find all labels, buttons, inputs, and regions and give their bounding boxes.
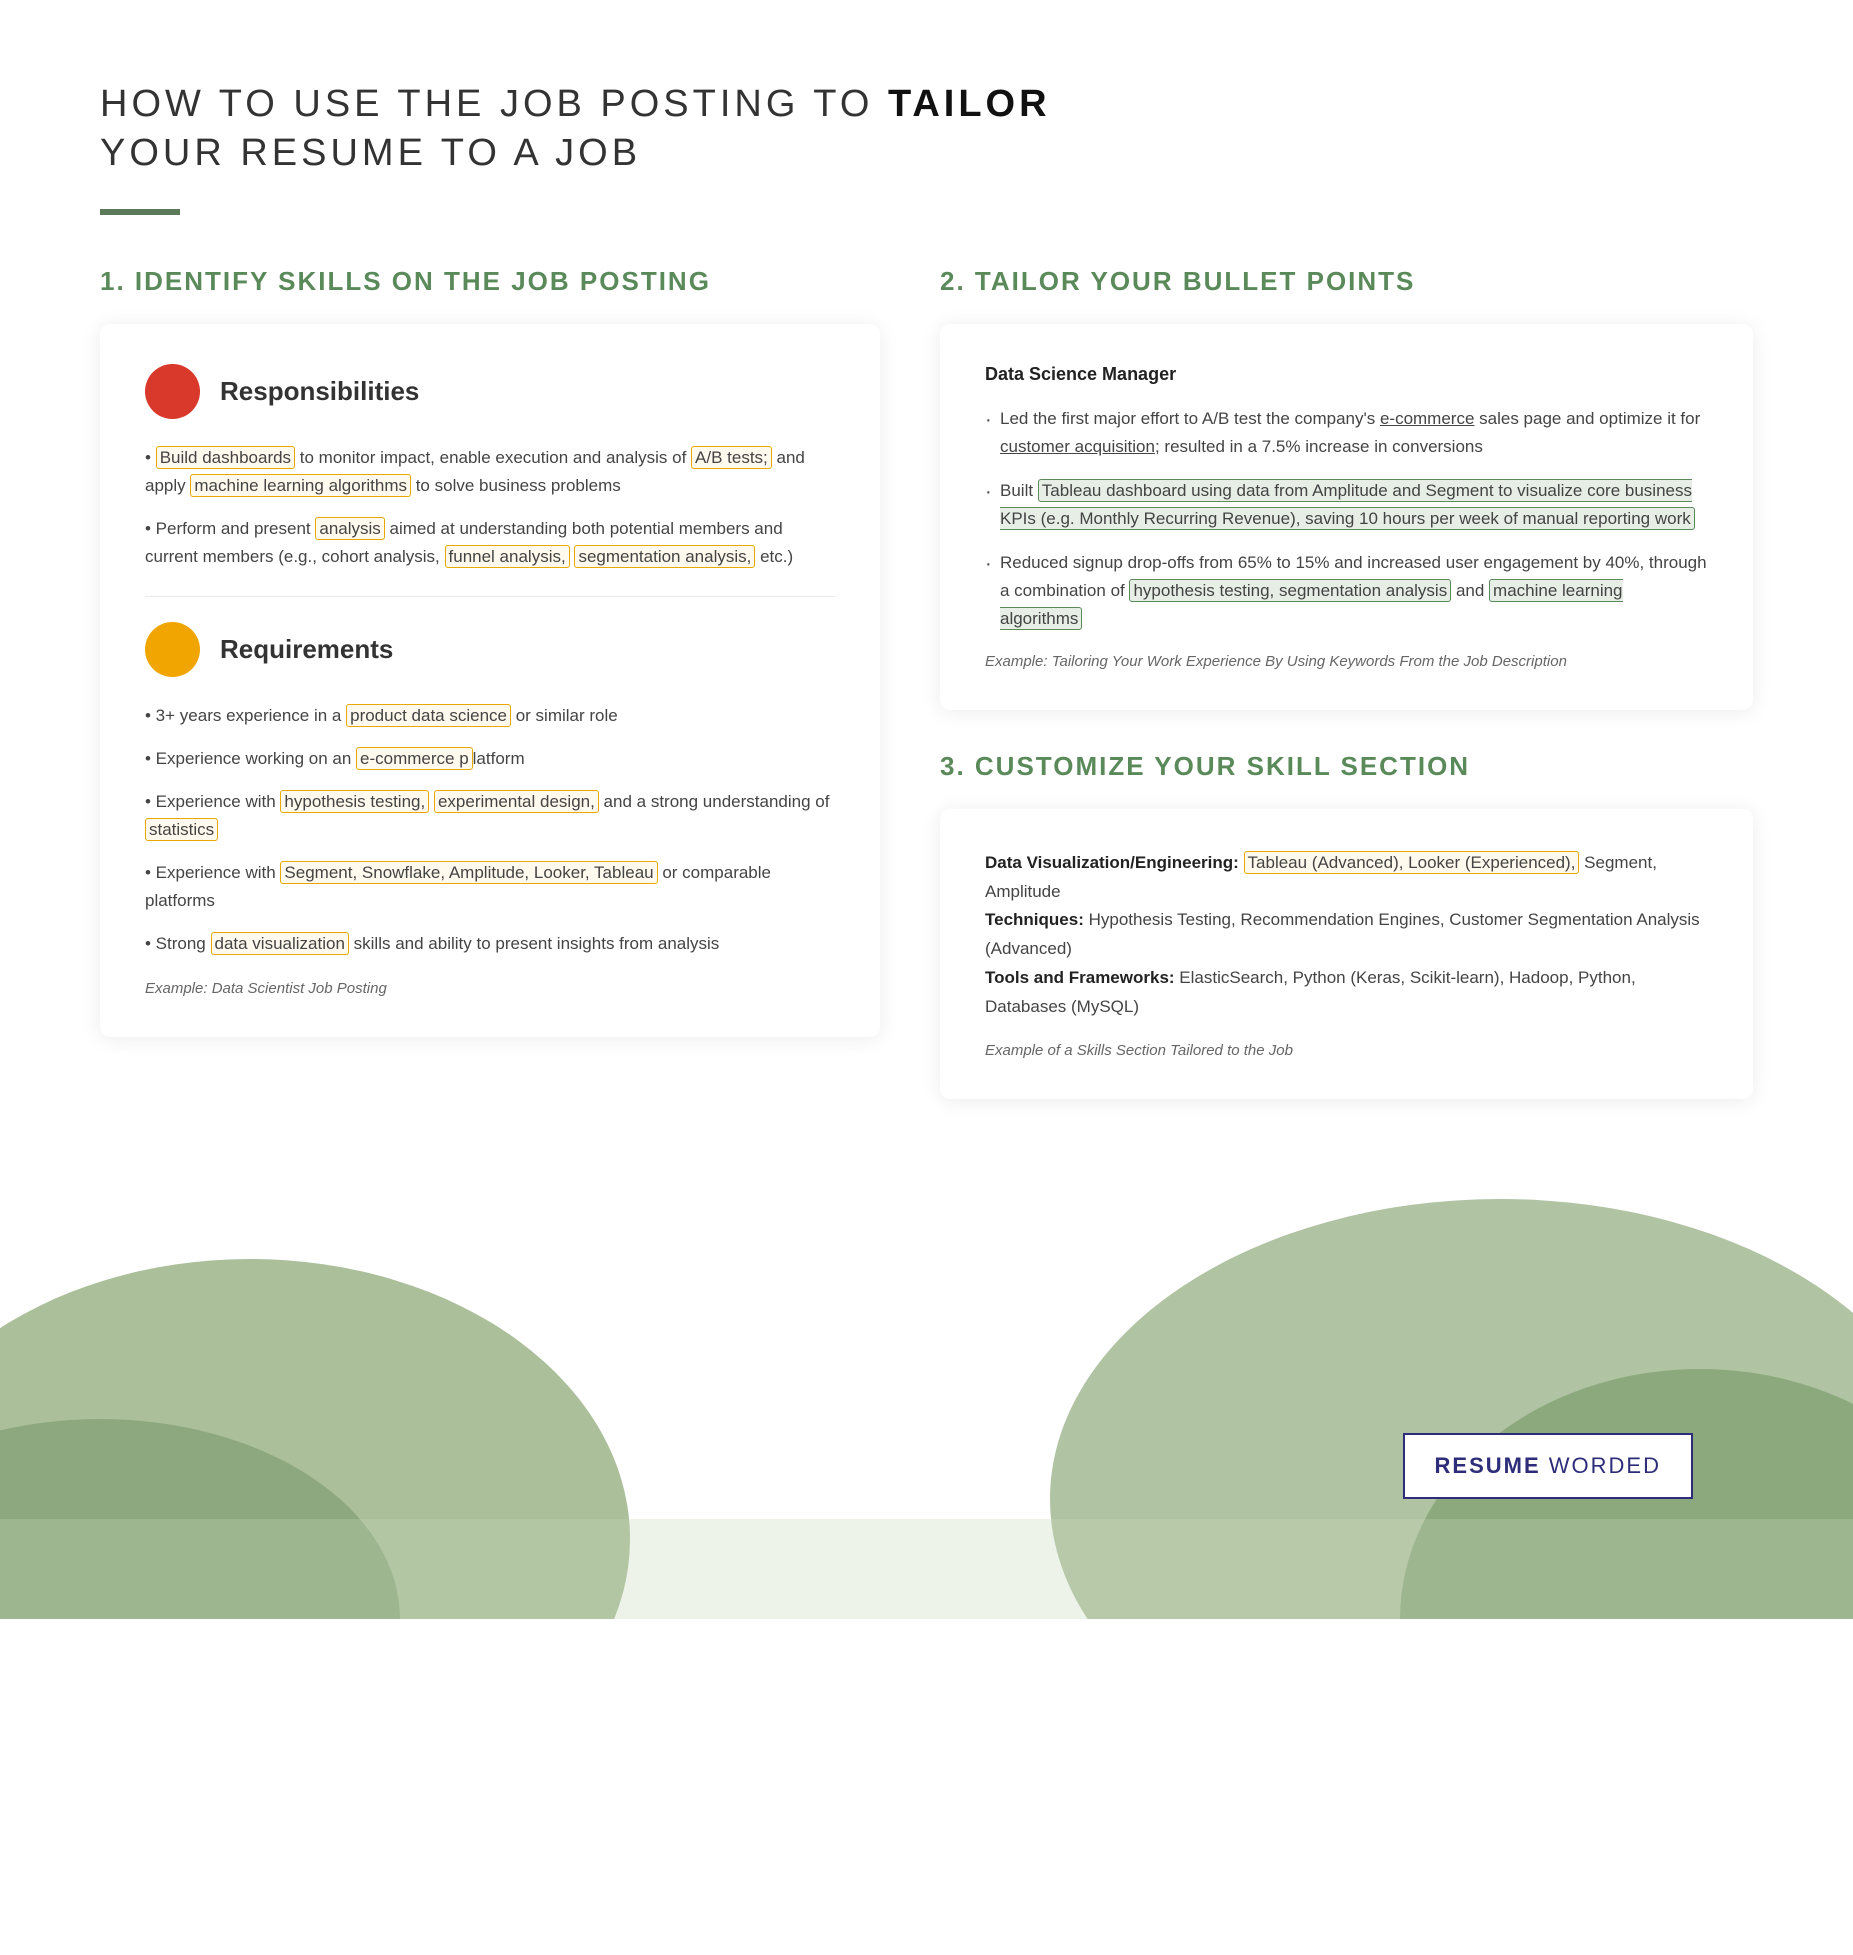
title-part1: HOW TO USE THE JOB POSTING TO — [100, 83, 888, 125]
title-part2: YOUR RESUME TO A JOB — [100, 132, 641, 174]
skills-body: Data Visualization/Engineering: Tableau … — [985, 849, 1708, 1022]
skill-line-2: Techniques: Hypothesis Testing, Recommen… — [985, 906, 1708, 964]
highlight-exp-design: experimental design, — [434, 790, 599, 813]
highlight-ml-algorithms: machine learning algorithms — [190, 474, 411, 497]
card-divider — [145, 596, 835, 597]
background-shapes — [0, 1119, 1853, 1619]
highlight-statistics: statistics — [145, 818, 218, 841]
underline-customer-acq: customer acquisition — [1000, 437, 1155, 456]
highlight-data-viz: data visualization — [211, 932, 349, 955]
req-item-3: • Experience with hypothesis testing, ex… — [145, 788, 835, 844]
content-columns: 1. IDENTIFY SKILLS ON THE JOB POSTING Re… — [100, 265, 1753, 1139]
bottom-section: RESUME WORDED — [0, 1139, 1853, 1619]
red-circle-icon — [145, 364, 200, 419]
section3-heading: 3. CUSTOMIZE YOUR SKILL SECTION — [940, 750, 1753, 784]
resume-worded-logo: RESUME WORDED — [1403, 1433, 1693, 1499]
skill-line-1: Data Visualization/Engineering: Tableau … — [985, 849, 1708, 907]
skill2-text: Hypothesis Testing, Recommendation Engin… — [985, 910, 1700, 958]
highlight-analysis: analysis — [315, 517, 384, 540]
section1-card: Responsibilities • Build dashboards to m… — [100, 324, 880, 1038]
section2-heading: 2. TAILOR YOUR BULLET POINTS — [940, 265, 1753, 299]
highlight-tableau: Tableau dashboard using data from Amplit… — [1000, 479, 1695, 530]
bullet-3: Reduced signup drop-offs from 65% to 15%… — [985, 549, 1708, 633]
logo-bold: RESUME — [1435, 1453, 1541, 1478]
left-column: 1. IDENTIFY SKILLS ON THE JOB POSTING Re… — [100, 265, 880, 1077]
skill3-label: Tools and Frameworks: — [985, 968, 1175, 987]
requirements-heading: Requirements — [145, 622, 835, 677]
req-item-1: • 3+ years experience in a product data … — [145, 702, 835, 730]
req-item-4: • Experience with Segment, Snowflake, Am… — [145, 859, 835, 915]
underline-ecommerce: e-commerce — [1380, 409, 1474, 428]
skill1-label: Data Visualization/Engineering: — [985, 853, 1239, 872]
requirements-body: • 3+ years experience in a product data … — [145, 702, 835, 958]
title-divider — [100, 209, 180, 215]
skill-line-3: Tools and Frameworks: ElasticSearch, Pyt… — [985, 964, 1708, 1022]
bullet-1: Led the first major effort to A/B test t… — [985, 405, 1708, 461]
highlight-tableau-skill: Tableau (Advanced), Looker (Experienced)… — [1244, 851, 1580, 874]
right-column: 2. TAILOR YOUR BULLET POINTS Data Scienc… — [940, 265, 1753, 1139]
section2-card: Data Science Manager Led the first major… — [940, 324, 1753, 710]
responsibilities-title: Responsibilities — [220, 376, 419, 407]
highlight-funnel-analysis: funnel analysis, — [445, 545, 570, 568]
section2-example-text: Example: Tailoring Your Work Experience … — [985, 653, 1708, 670]
skill2-label: Techniques: — [985, 910, 1084, 929]
highlight-build-dashboards: Build dashboards — [156, 446, 295, 469]
logo-text: RESUME WORDED — [1435, 1453, 1661, 1478]
section3-card: Data Visualization/Engineering: Tableau … — [940, 809, 1753, 1099]
section1-example-text: Example: Data Scientist Job Posting — [145, 980, 835, 997]
yellow-circle-icon — [145, 622, 200, 677]
highlight-seg-analysis: segmentation analysis, — [574, 545, 755, 568]
req-item-2: • Experience working on an e-commerce pl… — [145, 745, 835, 773]
section3-example-text: Example of a Skills Section Tailored to … — [985, 1042, 1708, 1059]
title-bold: TAILOR — [888, 83, 1051, 125]
highlight-hypothesis-testing: hypothesis testing, — [280, 790, 429, 813]
responsibilities-body: • Build dashboards to monitor impact, en… — [145, 444, 835, 571]
req-item-5: • Strong data visualization skills and a… — [145, 930, 835, 958]
logo-regular: WORDED — [1541, 1453, 1661, 1478]
page-title: HOW TO USE THE JOB POSTING TO TAILOR YOU… — [100, 80, 1753, 179]
resp-item-2: • Perform and present analysis aimed at … — [145, 515, 835, 571]
bullet-2: Built Tableau dashboard using data from … — [985, 477, 1708, 533]
highlight-product-data-science: product data science — [346, 704, 511, 727]
section1-heading: 1. IDENTIFY SKILLS ON THE JOB POSTING — [100, 265, 880, 299]
job-title: Data Science Manager — [985, 364, 1708, 385]
highlight-ecommerce: e-commerce p — [356, 747, 473, 770]
highlight-ab-tests: A/B tests; — [691, 446, 772, 469]
highlight-tools: Segment, Snowflake, Amplitude, Looker, T… — [280, 861, 657, 884]
highlight-hypothesis: hypothesis testing, segmentation analysi… — [1129, 579, 1451, 602]
requirements-title: Requirements — [220, 634, 393, 665]
resp-item-1: • Build dashboards to monitor impact, en… — [145, 444, 835, 500]
responsibilities-heading: Responsibilities — [145, 364, 835, 419]
